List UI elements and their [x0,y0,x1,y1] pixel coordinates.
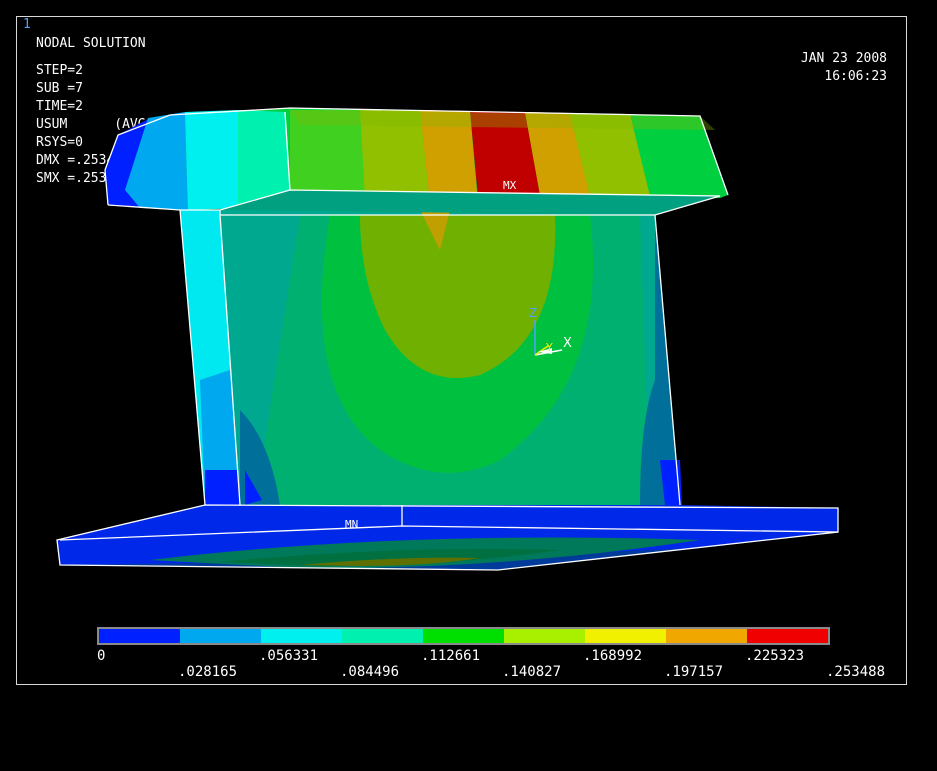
legend-swatch-0 [99,629,180,643]
contour-legend [97,627,830,645]
legend-tick-6: .168992 [583,648,643,664]
legend-swatch-1 [180,629,261,643]
triad-y-label: Y [545,341,553,354]
legend-tick-4: .112661 [421,648,481,664]
legend-swatch-3 [342,629,423,643]
bottom-flange [57,505,838,570]
legend-tick-2: .056331 [259,648,319,664]
legend-swatch-6 [585,629,666,643]
legend-tick-5: .140827 [502,664,562,680]
legend-tick-9: .253488 [826,664,886,680]
legend-tick-8: .225323 [745,648,805,664]
legend-swatch-7 [666,629,747,643]
legend-tick-1: .028165 [178,664,238,680]
triad-z-label: Z [529,306,537,320]
legend-tick-3: .084496 [340,664,400,680]
min-marker: MN [345,518,358,531]
triad-x-label: X [563,336,572,351]
max-marker: MX [503,179,517,192]
legend-swatch-2 [261,629,342,643]
legend-swatch-4 [423,629,504,643]
legend-swatch-8 [747,629,828,643]
web-face [220,190,720,505]
legend-tick-7: .197157 [664,664,724,680]
legend-swatch-5 [504,629,585,643]
legend-tick-0: 0 [97,648,106,664]
